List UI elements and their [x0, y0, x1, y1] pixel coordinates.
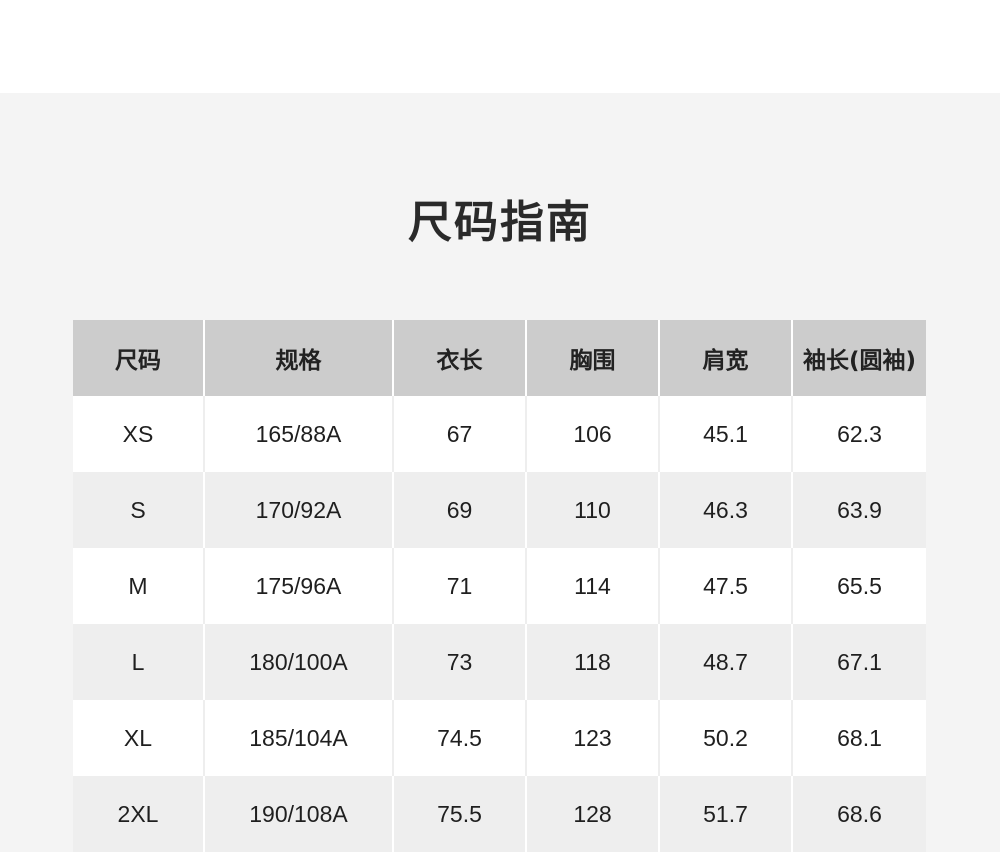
cell-sleeve: 67.1 — [792, 624, 926, 700]
cell-chest: 110 — [526, 472, 660, 548]
header-sleeve: 袖长(圆袖) — [792, 320, 926, 396]
cell-shoulder: 50.2 — [659, 700, 793, 776]
header-spec: 规格 — [204, 320, 394, 396]
cell-chest: 128 — [526, 776, 660, 852]
cell-length: 69 — [393, 472, 527, 548]
size-table: 尺码 规格 衣长 胸围 肩宽 袖长(圆袖) XS 165/88A 67 106 … — [73, 320, 926, 852]
cell-sleeve: 62.3 — [792, 396, 926, 472]
cell-size: L — [73, 624, 205, 700]
header-length: 衣长 — [393, 320, 527, 396]
cell-spec: 190/108A — [204, 776, 394, 852]
cell-size: XS — [73, 396, 205, 472]
table-row: 2XL 190/108A 75.5 128 51.7 68.6 — [73, 776, 926, 852]
table-row: XS 165/88A 67 106 45.1 62.3 — [73, 396, 926, 472]
cell-size: 2XL — [73, 776, 205, 852]
cell-size: XL — [73, 700, 205, 776]
cell-spec: 165/88A — [204, 396, 394, 472]
cell-size: S — [73, 472, 205, 548]
cell-length: 73 — [393, 624, 527, 700]
page-title: 尺码指南 — [408, 197, 592, 248]
cell-shoulder: 46.3 — [659, 472, 793, 548]
header-chest: 胸围 — [526, 320, 660, 396]
cell-spec: 170/92A — [204, 472, 394, 548]
cell-length: 67 — [393, 396, 527, 472]
cell-sleeve: 63.9 — [792, 472, 926, 548]
cell-shoulder: 51.7 — [659, 776, 793, 852]
cell-chest: 106 — [526, 396, 660, 472]
top-band — [0, 0, 1000, 93]
cell-length: 71 — [393, 548, 527, 624]
cell-chest: 114 — [526, 548, 660, 624]
cell-spec: 185/104A — [204, 700, 394, 776]
cell-chest: 123 — [526, 700, 660, 776]
cell-shoulder: 47.5 — [659, 548, 793, 624]
table-row: L 180/100A 73 118 48.7 67.1 — [73, 624, 926, 700]
table-row: M 175/96A 71 114 47.5 65.5 — [73, 548, 926, 624]
header-shoulder: 肩宽 — [659, 320, 793, 396]
cell-length: 74.5 — [393, 700, 527, 776]
cell-length: 75.5 — [393, 776, 527, 852]
table-row: S 170/92A 69 110 46.3 63.9 — [73, 472, 926, 548]
cell-size: M — [73, 548, 205, 624]
table-row: XL 185/104A 74.5 123 50.2 68.1 — [73, 700, 926, 776]
cell-shoulder: 45.1 — [659, 396, 793, 472]
cell-spec: 175/96A — [204, 548, 394, 624]
cell-sleeve: 68.1 — [792, 700, 926, 776]
cell-shoulder: 48.7 — [659, 624, 793, 700]
header-size: 尺码 — [73, 320, 205, 396]
cell-sleeve: 68.6 — [792, 776, 926, 852]
cell-chest: 118 — [526, 624, 660, 700]
cell-spec: 180/100A — [204, 624, 394, 700]
cell-sleeve: 65.5 — [792, 548, 926, 624]
table-header-row: 尺码 规格 衣长 胸围 肩宽 袖长(圆袖) — [73, 320, 926, 396]
